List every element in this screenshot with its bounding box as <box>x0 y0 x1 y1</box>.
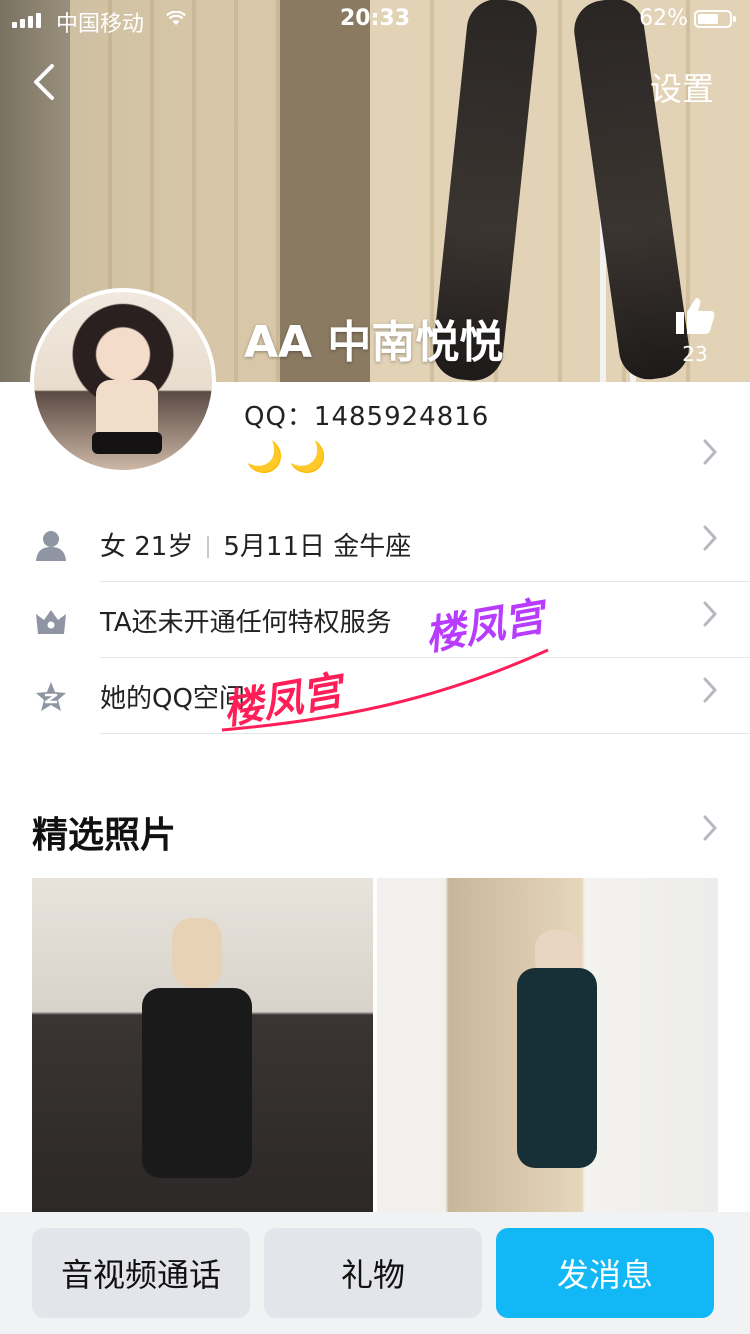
video-call-button[interactable]: 音视频通话 <box>32 1228 250 1318</box>
qzone-icon <box>36 682 66 711</box>
gender-age: 女 21岁 <box>100 532 194 562</box>
profile-detail-chevron-icon[interactable] <box>702 438 718 474</box>
send-message-button[interactable]: 发消息 <box>496 1228 714 1318</box>
crown-icon <box>36 610 66 634</box>
chevron-right-icon <box>702 676 718 712</box>
like-button[interactable]: 23 <box>670 296 720 366</box>
battery-percent: 62% <box>639 6 688 31</box>
settings-button[interactable]: 设置 <box>650 64 714 110</box>
chevron-left-icon <box>34 64 54 100</box>
status-bar: 中国移动 20:33 62% <box>0 0 750 40</box>
photo-figure-head <box>172 918 222 988</box>
level-badges: 🌙 🌙 <box>246 440 327 475</box>
avatar-figure <box>96 380 158 440</box>
featured-photos-title: 精选照片 <box>32 815 177 856</box>
clock: 20:33 <box>339 6 411 31</box>
moon-icon: 🌙 <box>246 440 284 475</box>
thumbs-up-icon <box>676 298 715 334</box>
bottom-action-bar: 音视频通话 礼物 发消息 <box>0 1212 750 1334</box>
chevron-right-icon <box>702 524 718 560</box>
privilege-text: TA还未开通任何特权服务 <box>100 608 392 638</box>
moon-icon: 🌙 <box>289 440 327 475</box>
avatar[interactable] <box>30 288 216 474</box>
photo-figure <box>142 988 252 1178</box>
birthday-zodiac: 5月11日 金牛座 <box>223 532 412 562</box>
chevron-right-icon <box>702 600 718 636</box>
info-row-basic[interactable]: 女 21岁 5月11日 金牛座 <box>0 506 750 582</box>
person-icon <box>36 531 66 561</box>
gift-button[interactable]: 礼物 <box>264 1228 482 1318</box>
featured-photos-grid <box>32 878 718 1212</box>
battery-icon <box>694 10 736 28</box>
photo-figure <box>517 968 597 1168</box>
divider <box>207 536 210 558</box>
featured-photos-chevron-icon[interactable] <box>702 814 718 850</box>
profile-nickname: AA 中南悦悦 <box>244 317 504 368</box>
avatar-figure-skirt <box>92 432 162 454</box>
qq-number: QQ：1485924816 <box>244 402 490 432</box>
featured-photo[interactable] <box>377 878 718 1212</box>
featured-photo[interactable] <box>32 878 373 1212</box>
back-button[interactable] <box>30 62 70 106</box>
like-count: 23 <box>682 342 708 366</box>
